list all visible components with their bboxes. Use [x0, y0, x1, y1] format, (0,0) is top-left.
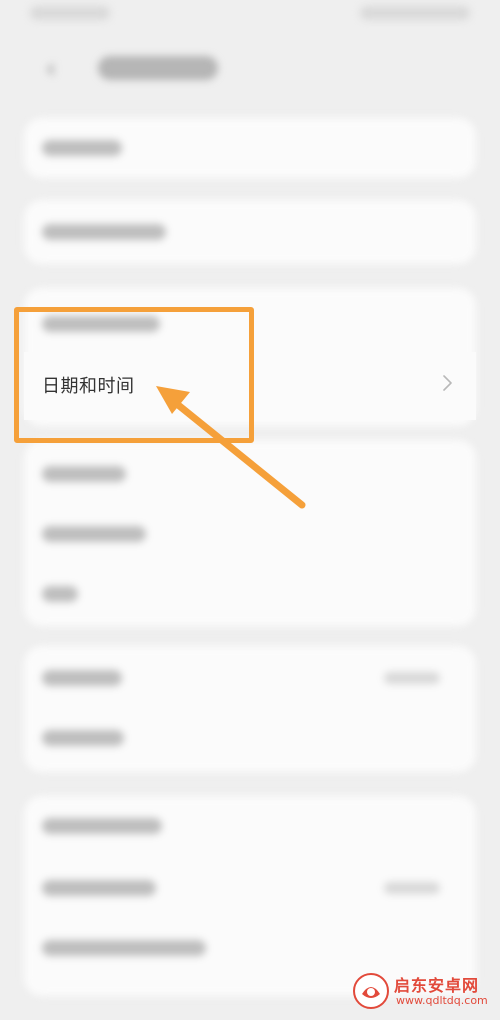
page-title	[98, 56, 218, 80]
watermark-logo-icon	[353, 973, 389, 1009]
status-icons	[360, 6, 470, 20]
row-label	[42, 140, 122, 156]
settings-row[interactable]	[24, 202, 476, 262]
settings-row[interactable]	[24, 564, 476, 624]
settings-row[interactable]	[24, 858, 476, 918]
status-bar	[0, 0, 500, 30]
row-value	[384, 672, 440, 684]
watermark: 启东安卓网 www.qdltdq.com	[352, 970, 492, 1014]
row-label	[42, 526, 146, 542]
settings-card-2	[24, 200, 476, 264]
row-label	[42, 730, 124, 746]
row-label	[42, 818, 162, 834]
settings-card-5	[24, 646, 476, 772]
settings-card-6	[24, 796, 476, 996]
row-label	[42, 880, 156, 896]
settings-row[interactable]	[24, 648, 476, 708]
settings-row[interactable]	[24, 444, 476, 504]
settings-screen: ‹ 日期和时间 启东安卓网 www.qdltdq.com	[0, 0, 500, 1020]
back-arrow-icon[interactable]: ‹	[40, 56, 62, 82]
settings-row[interactable]	[24, 504, 476, 564]
row-value	[384, 882, 440, 894]
settings-card-4	[24, 440, 476, 626]
row-label	[42, 670, 122, 686]
chevron-right-icon	[443, 375, 452, 391]
watermark-name: 启东安卓网	[394, 976, 480, 995]
settings-card-1	[24, 118, 476, 178]
row-label	[42, 224, 166, 240]
settings-row[interactable]	[24, 708, 476, 768]
row-label	[42, 586, 78, 602]
row-label	[42, 466, 126, 482]
row-label	[42, 940, 206, 956]
highlight-box	[14, 307, 254, 443]
top-bar: ‹	[0, 40, 500, 96]
settings-row[interactable]	[24, 918, 476, 978]
status-time	[30, 6, 110, 20]
settings-row[interactable]	[24, 118, 476, 178]
watermark-url: www.qdltdq.com	[396, 994, 488, 1007]
settings-row[interactable]	[24, 796, 476, 856]
